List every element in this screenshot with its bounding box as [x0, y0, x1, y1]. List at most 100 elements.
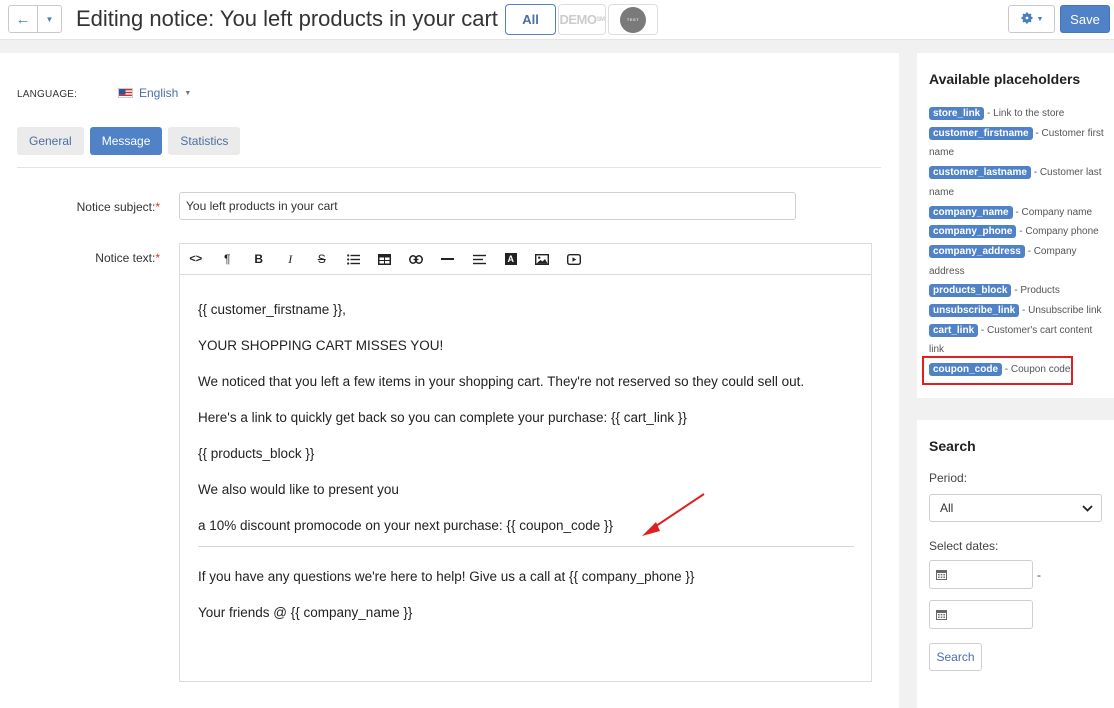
- placeholder-item: unsubscribe_link - Unsubscribe link: [929, 301, 1104, 321]
- caret-down-icon: ▼: [1036, 15, 1044, 23]
- placeholder-item: customer_lastname - Customer last name: [929, 166, 1102, 198]
- editor-content[interactable]: {{ customer_firstname }}, YOUR SHOPPING …: [180, 275, 871, 623]
- font-color-button[interactable]: A: [495, 244, 527, 274]
- list-icon: [346, 253, 360, 265]
- italic-button[interactable]: I: [275, 244, 307, 274]
- table-button[interactable]: [369, 244, 401, 274]
- placeholder-tag[interactable]: company_address: [929, 244, 1025, 258]
- test-badge: TEST: [620, 6, 646, 33]
- placeholder-item: company_phone - Company phone: [929, 222, 1104, 242]
- image-button[interactable]: [527, 244, 559, 274]
- search-panel: Search Period: All Select dates: - Searc…: [917, 420, 1114, 708]
- placeholder-item: products_block - Products: [929, 281, 1104, 301]
- font-color-icon: A: [504, 253, 517, 265]
- page-title: Editing notice: You left products in you…: [76, 6, 498, 31]
- italic-icon: I: [288, 251, 293, 266]
- placeholder-item: cart_link - Customer's cart content link: [929, 323, 1093, 356]
- editor-paragraph: We noticed that you left a few items in …: [198, 374, 805, 389]
- code-icon: <>: [189, 253, 203, 265]
- calendar-icon: [936, 570, 947, 580]
- editor-paragraph: {{ customer_firstname }},: [198, 302, 346, 317]
- tab-bar: General Message Statistics: [17, 127, 241, 155]
- tabs-divider: [17, 167, 881, 168]
- placeholder-tag[interactable]: company_name: [929, 205, 1013, 219]
- horizontal-rule-button[interactable]: [432, 244, 464, 274]
- editor-horizontal-rule: [198, 546, 854, 547]
- tab-general[interactable]: General: [17, 127, 84, 155]
- placeholders-title: Available placeholders: [929, 71, 1081, 87]
- notice-text-label: Notice text:*: [95, 251, 160, 265]
- gear-icon: [1020, 11, 1034, 28]
- paragraph-button[interactable]: ¶: [212, 244, 244, 274]
- calendar-icon: [936, 610, 947, 620]
- date-separator: -: [1037, 567, 1041, 582]
- notice-subject-input[interactable]: You left products in your cart: [179, 192, 796, 220]
- placeholder-tag[interactable]: company_phone: [929, 225, 1017, 239]
- notice-subject-label: Notice subject:*: [76, 200, 160, 214]
- period-value: All: [940, 501, 954, 515]
- language-value: English: [139, 86, 179, 100]
- storefront-test-button[interactable]: TEST: [608, 4, 658, 35]
- period-label: Period:: [929, 471, 968, 485]
- language-selector[interactable]: English ▼: [118, 86, 191, 100]
- editor-paragraph: Here's a link to quickly get back so you…: [198, 410, 687, 425]
- rich-text-editor: <> ¶ B I S A {{customer_firstname}}, Y…: [179, 243, 872, 682]
- storefront-all-button[interactable]: All: [505, 4, 556, 35]
- placeholder-list: store_link - Link to the store customer_…: [929, 104, 1104, 380]
- placeholder-item: store_link - Link to the store: [929, 104, 1104, 124]
- editor-paragraph: Your friends @ {{ company_name }}: [198, 605, 413, 620]
- date-from-input[interactable]: [929, 560, 1033, 589]
- storefront-switcher: All DEMO SM TEST: [505, 4, 658, 35]
- placeholder-item: company_name - Company name: [929, 203, 1104, 223]
- link-button[interactable]: [401, 244, 433, 274]
- language-label: LANGUAGE:: [17, 89, 78, 100]
- strikethrough-button[interactable]: S: [306, 244, 338, 274]
- placeholder-tag[interactable]: products_block: [929, 284, 1012, 298]
- placeholders-panel: Available placeholders store_link - Link…: [917, 53, 1114, 398]
- link-icon: [409, 254, 424, 264]
- editor-paragraph: We also would like to present you: [198, 482, 399, 497]
- table-icon: [378, 253, 392, 265]
- placeholder-tag[interactable]: store_link: [929, 107, 985, 120]
- placeholder-tag[interactable]: unsubscribe_link: [929, 304, 1020, 318]
- dates-label: Select dates:: [929, 539, 999, 553]
- placeholder-tag[interactable]: customer_firstname: [929, 126, 1033, 140]
- editor-paragraph: a 10% discount promocode on your next pu…: [198, 518, 614, 533]
- image-icon: [535, 253, 550, 265]
- video-button[interactable]: [558, 244, 590, 274]
- strikethrough-icon: S: [317, 252, 326, 266]
- placeholder-item: customer_firstname - Customer first name: [929, 126, 1104, 159]
- save-button[interactable]: Save: [1060, 5, 1110, 33]
- bold-button[interactable]: B: [243, 244, 275, 274]
- back-button[interactable]: ←: [8, 5, 38, 33]
- tab-message[interactable]: Message: [89, 127, 163, 155]
- video-icon: [566, 253, 581, 265]
- bold-icon: B: [254, 252, 264, 266]
- editor-paragraph: If you have any questions we're here to …: [198, 569, 695, 584]
- caret-down-icon: ▼: [45, 14, 54, 24]
- code-view-button[interactable]: <>: [180, 244, 212, 274]
- search-button[interactable]: Search: [929, 643, 982, 671]
- editor-paragraph: {{ products_block }}: [198, 446, 315, 461]
- arrow-left-icon: ←: [15, 10, 31, 28]
- search-title: Search: [929, 438, 976, 454]
- bullet-list-button[interactable]: [338, 244, 370, 274]
- nav-button-group: ← ▼: [8, 5, 62, 33]
- top-bar: ← ▼ Editing notice: You left products in…: [0, 0, 1114, 40]
- date-from-row: -: [929, 560, 1114, 589]
- align-button[interactable]: [464, 244, 496, 274]
- period-select[interactable]: All: [929, 494, 1102, 522]
- main-panel: LANGUAGE: English ▼ General Message Stat…: [0, 53, 899, 708]
- align-left-icon: [472, 254, 486, 264]
- pilcrow-icon: ¶: [224, 252, 231, 266]
- date-to-input[interactable]: [929, 600, 1033, 629]
- coupon-highlight-box: [922, 356, 1073, 385]
- placeholder-tag[interactable]: customer_lastname: [929, 166, 1031, 180]
- placeholder-tag[interactable]: cart_link: [929, 323, 979, 337]
- us-flag-icon: [118, 88, 133, 98]
- tab-statistics[interactable]: Statistics: [168, 127, 241, 155]
- storefront-demo-button[interactable]: DEMO SM: [558, 4, 606, 35]
- caret-down-icon: ▼: [184, 89, 192, 97]
- settings-button[interactable]: ▼: [1008, 5, 1055, 33]
- history-dropdown-button[interactable]: ▼: [38, 5, 62, 33]
